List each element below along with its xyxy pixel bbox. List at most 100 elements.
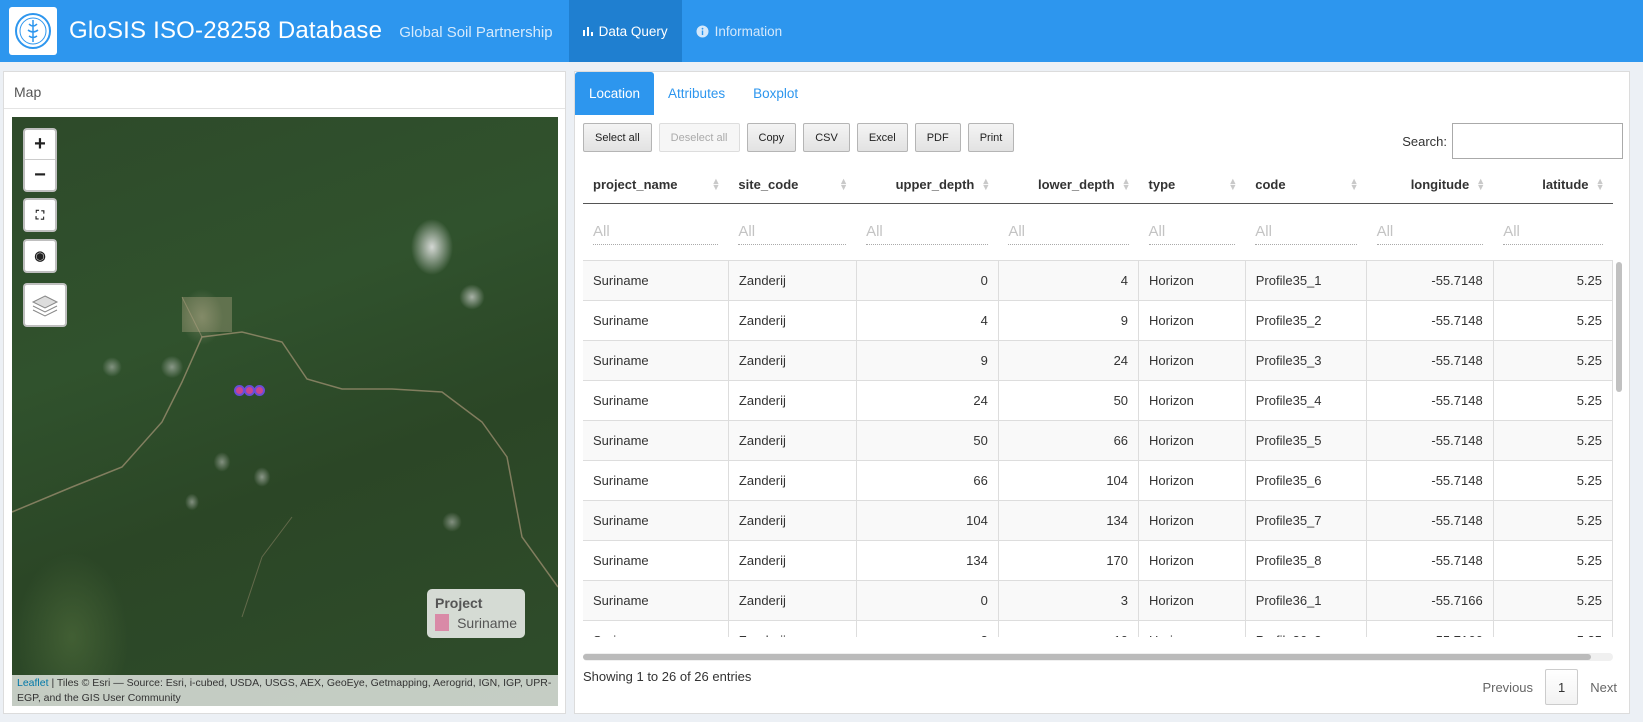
app-title[interactable]: GloSIS ISO-28258 Database bbox=[69, 0, 382, 62]
table-row[interactable]: Suriname Zanderij 134 170 Horizon Profile35_8… bbox=[583, 540, 1613, 581]
select-all-button[interactable]: Select all bbox=[583, 123, 652, 152]
zoom-in-button[interactable]: + bbox=[25, 130, 55, 160]
cell-lower-depth: 10 bbox=[998, 620, 1140, 637]
horizontal-scrollbar[interactable] bbox=[583, 653, 1613, 661]
column-header-longitude[interactable]: longitude ▲ ▼ bbox=[1366, 167, 1494, 204]
column-filter-input[interactable]: All bbox=[1148, 219, 1236, 245]
table-row[interactable]: Suriname Zanderij 9 24 Horizon Profile35_3 -55… bbox=[583, 340, 1613, 381]
cell-lower-depth: 66 bbox=[998, 420, 1140, 461]
column-filter-input[interactable]: All bbox=[738, 219, 847, 245]
globe-icon[interactable]: ◉ bbox=[25, 241, 55, 271]
column-filter-input[interactable]: All bbox=[1255, 219, 1357, 245]
column-filter-input[interactable]: All bbox=[866, 219, 989, 245]
column-header-code[interactable]: code ▲ ▼ bbox=[1245, 167, 1367, 204]
profile-marker[interactable] bbox=[254, 385, 265, 396]
cell-site-code: Zanderij bbox=[728, 380, 857, 421]
data-panel: Location Attributes Boxplot Select all D… bbox=[574, 71, 1630, 714]
cell-type: Horizon bbox=[1138, 620, 1246, 637]
tab-location[interactable]: Location bbox=[575, 72, 655, 115]
next-page-button[interactable]: Next bbox=[1578, 669, 1629, 705]
column-filter-input[interactable]: All bbox=[1376, 219, 1484, 245]
filter-row: All All All All All All All All bbox=[583, 203, 1613, 261]
sort-icon: ▲ ▼ bbox=[1121, 176, 1131, 192]
tab-attributes[interactable]: Attributes bbox=[654, 72, 739, 115]
cell-type: Horizon bbox=[1138, 420, 1246, 461]
leaflet-link[interactable]: Leaflet bbox=[17, 677, 49, 689]
cell-longitude: -55.7148 bbox=[1366, 260, 1494, 301]
table-row[interactable]: Suriname Zanderij 66 104 Horizon Profile35_6-… bbox=[583, 460, 1613, 501]
nav-data-query[interactable]: Data Query bbox=[568, 0, 682, 62]
column-header-type[interactable]: type ▲ ▼ bbox=[1138, 167, 1246, 204]
table-row[interactable]: Suriname Zanderij 24 50 Horizon Profile35_4 -5… bbox=[583, 380, 1613, 421]
nav-information[interactable]: Information bbox=[682, 0, 797, 62]
column-header-project-name[interactable]: project_name ▲ ▼ bbox=[583, 167, 729, 204]
cell-latitude: 5.25 bbox=[1493, 340, 1613, 381]
table-row[interactable]: SurinameZanderij310HorizonProfile36_2-55… bbox=[583, 620, 1613, 637]
legend-label: Suriname bbox=[457, 614, 517, 631]
cell-site-code: Zanderij bbox=[728, 260, 857, 301]
search-input[interactable] bbox=[1452, 123, 1623, 159]
excel-button[interactable]: Excel bbox=[856, 123, 908, 152]
layers-icon bbox=[31, 295, 59, 317]
cell-latitude: 5.25 bbox=[1493, 540, 1613, 581]
table-row[interactable]: Suriname Zanderij 104 134 Horizon Profile35_7… bbox=[583, 500, 1613, 541]
home-extent-control: ◉ bbox=[23, 239, 57, 273]
nav-data-query-label: Data Query bbox=[598, 23, 668, 39]
fao-logo[interactable] bbox=[9, 7, 57, 55]
table-toolbar: Select all Deselect all Copy CSV Excel P… bbox=[583, 123, 1015, 152]
zoom-control: + − bbox=[23, 128, 57, 192]
cell-site-code: Zanderij bbox=[728, 340, 857, 381]
cell-longitude: -55.7148 bbox=[1366, 500, 1494, 541]
cell-latitude: 5.25 bbox=[1493, 620, 1613, 637]
page-button[interactable]: 1 bbox=[1545, 669, 1579, 705]
deselect-all-button[interactable]: Deselect all bbox=[658, 123, 740, 152]
cell-longitude: -55.7148 bbox=[1366, 540, 1494, 581]
csv-button[interactable]: CSV bbox=[803, 123, 850, 152]
print-button[interactable]: Print bbox=[967, 123, 1015, 152]
cell-lower-depth: 24 bbox=[998, 340, 1140, 381]
cell-upper-depth: 3 bbox=[856, 620, 999, 637]
cell-upper-depth: 134 bbox=[856, 540, 999, 581]
cell-longitude: -55.7148 bbox=[1366, 300, 1494, 341]
cell-code: Profile35_4 bbox=[1245, 380, 1368, 421]
column-header-lower-depth[interactable]: lower_depth ▲ ▼ bbox=[998, 167, 1139, 204]
cell-upper-depth: 0 bbox=[856, 580, 999, 621]
cell-type: Horizon bbox=[1138, 260, 1246, 301]
cell-longitude: -55.7148 bbox=[1366, 420, 1494, 461]
horizontal-scroll-thumb[interactable] bbox=[583, 654, 1591, 660]
layers-control[interactable] bbox=[23, 283, 67, 327]
copy-button[interactable]: Copy bbox=[746, 123, 797, 152]
tab-boxplot[interactable]: Boxplot bbox=[739, 72, 812, 115]
cell-lower-depth: 3 bbox=[998, 580, 1140, 621]
cell-lower-depth: 4 bbox=[998, 260, 1140, 301]
fullscreen-icon[interactable]: ⛶ bbox=[25, 200, 55, 230]
column-header-site-code[interactable]: site_code ▲ ▼ bbox=[728, 167, 857, 204]
table-row[interactable]: Suriname Zanderij 4 9 Horizon Profile35_2 -55.… bbox=[583, 300, 1613, 341]
table-row[interactable]: Suriname Zanderij 0 3 Horizon Profile36_1 -55.… bbox=[583, 580, 1613, 621]
vertical-scroll-thumb[interactable] bbox=[1616, 262, 1622, 392]
table-row[interactable]: Suriname Zanderij 50 66 Horizon Profile35_5 -5… bbox=[583, 420, 1613, 461]
cell-lower-depth: 134 bbox=[998, 500, 1140, 541]
cell-project-name: Suriname bbox=[583, 580, 729, 621]
cell-project-name: Suriname bbox=[583, 260, 729, 301]
cell-type: Horizon bbox=[1138, 300, 1246, 341]
column-filter-input[interactable]: All bbox=[593, 219, 719, 245]
previous-page-button[interactable]: Previous bbox=[1470, 669, 1545, 705]
info-circle-icon bbox=[696, 25, 709, 37]
satellite-map[interactable]: + − ⛶ ◉ Project Suriname Leaflet | Tiles… bbox=[12, 117, 558, 706]
column-header-latitude[interactable]: latitude ▲ ▼ bbox=[1493, 167, 1613, 204]
cell-code: Profile35_1 bbox=[1245, 260, 1368, 301]
zoom-out-button[interactable]: − bbox=[25, 160, 55, 190]
pagination: Previous 1 Next bbox=[1470, 669, 1629, 705]
fullscreen-control: ⛶ bbox=[23, 198, 57, 232]
cell-latitude: 5.25 bbox=[1493, 580, 1613, 621]
column-header-upper-depth[interactable]: upper_depth ▲ ▼ bbox=[856, 167, 999, 204]
column-filter-input[interactable]: All bbox=[1503, 219, 1603, 245]
pdf-button[interactable]: PDF bbox=[914, 123, 961, 152]
column-filter-input[interactable]: All bbox=[1008, 219, 1129, 245]
filter-cell: All bbox=[1138, 203, 1246, 261]
filter-cell: All bbox=[998, 203, 1139, 261]
table-row[interactable]: Suriname Zanderij 0 4 Horizon Profile35_1 -55.… bbox=[583, 260, 1613, 301]
vertical-scrollbar[interactable] bbox=[1615, 262, 1623, 632]
cell-code: Profile35_6 bbox=[1245, 460, 1368, 501]
